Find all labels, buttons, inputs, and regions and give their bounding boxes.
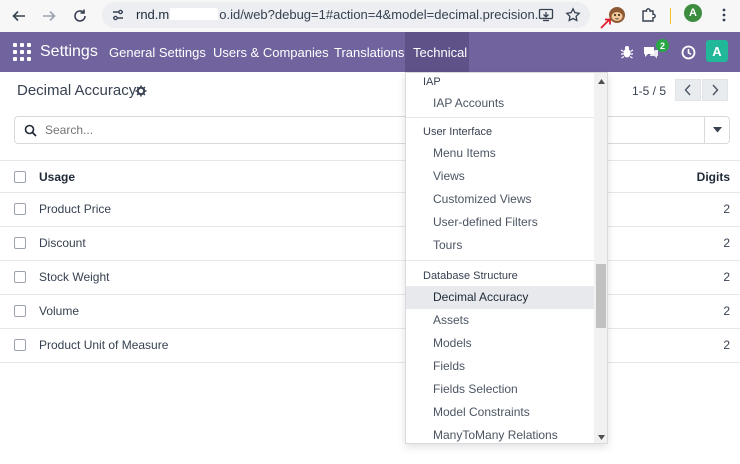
cell-usage: Stock Weight [39,270,110,284]
cell-digits: 2 [723,304,730,318]
table-row[interactable]: Product Price 2 [0,193,740,227]
red-arrow-annotation-icon [599,16,613,30]
search-icon [24,124,37,142]
chevron-right-icon [712,84,719,96]
reload-icon [74,9,86,22]
url-prefix: rnd.m [136,7,170,22]
cell-digits: 2 [723,270,730,284]
arrow-right-icon [43,10,56,22]
row-checkbox[interactable] [14,305,26,317]
list-header: Usage Digits [0,160,740,193]
menu-item-decimal-accuracy[interactable]: Decimal Accuracy [406,286,594,309]
kebab-menu-icon[interactable] [718,5,730,25]
row-checkbox[interactable] [14,339,26,351]
forward-button[interactable] [37,4,61,28]
browser-toolbar: rnd.m o.id/web?debug=1#action=4&model=dec… [0,0,740,32]
url-suffix: o.id/web?debug=1#action=4&model=decimal.… [219,7,546,22]
menu-item-assets[interactable]: Assets [406,309,594,332]
back-button[interactable] [7,4,31,28]
address-bar[interactable]: rnd.m o.id/web?debug=1#action=4&model=dec… [102,2,590,28]
table-row[interactable]: Volume 2 [0,295,740,329]
menu-item-views[interactable]: Views [406,165,594,188]
profile-avatar[interactable]: A [684,4,702,22]
cell-usage: Product Unit of Measure [39,338,169,352]
user-avatar[interactable]: A [706,40,728,62]
debug-bug-icon[interactable] [617,42,637,62]
row-checkbox[interactable] [14,271,26,283]
menu-item-fields[interactable]: Fields [406,355,594,378]
column-header-digits[interactable]: Digits [697,170,730,184]
scroll-down-icon[interactable] [596,432,606,442]
reload-button[interactable] [68,4,92,28]
cell-digits: 2 [723,202,730,216]
menu-item-tours[interactable]: Tours [406,234,594,257]
main-navbar: Settings General Settings Users & Compan… [0,32,740,72]
dropdown-section-header: Database Structure [423,270,518,282]
gear-icon[interactable] [135,84,147,97]
menu-item-many2many-relations[interactable]: ManyToMany Relations [406,424,594,443]
cell-usage: Discount [39,236,86,250]
app-title[interactable]: Settings [40,43,98,61]
url-text[interactable]: rnd.m o.id/web?debug=1#action=4&model=dec… [136,7,546,22]
cell-usage: Product Price [39,202,112,216]
menu-item-customized-views[interactable]: Customized Views [406,188,594,211]
arrow-left-icon [12,10,25,22]
dropdown-section-header: IAP [423,76,441,88]
row-checkbox[interactable] [14,237,26,249]
chrome-divider [670,8,671,24]
site-settings-icon[interactable] [111,8,125,22]
menu-item-iap-accounts[interactable]: IAP Accounts [406,92,594,115]
table-row[interactable]: Discount 2 [0,227,740,261]
select-all-checkbox[interactable] [14,171,26,183]
menu-translations[interactable]: Translations [334,45,404,60]
menu-item-user-defined-filters[interactable]: User-defined Filters [406,211,594,234]
page-title: Decimal Accuracy [17,82,137,99]
column-header-usage[interactable]: Usage [39,170,75,184]
cell-digits: 2 [723,236,730,250]
menu-item-menu-items[interactable]: Menu Items [406,142,594,165]
menu-technical[interactable]: Technical [413,45,467,60]
search-options-toggle[interactable] [704,116,730,144]
chevron-left-icon [684,84,691,96]
table-row[interactable]: Stock Weight 2 [0,261,740,295]
apps-grid-icon[interactable] [13,43,31,61]
table-row[interactable]: Product Unit of Measure 2 [0,329,740,363]
profile-avatar-letter: A [689,7,697,19]
url-redaction [170,8,219,20]
scroll-up-icon[interactable] [596,76,606,86]
cell-usage: Volume [39,304,80,318]
technical-dropdown-menu: IAP IAP Accounts User Interface Menu Ite… [405,72,608,444]
menu-item-fields-selection[interactable]: Fields Selection [406,378,594,401]
menu-item-model-constraints[interactable]: Model Constraints [406,401,594,424]
menu-item-models[interactable]: Models [406,332,594,355]
pager-next-button[interactable] [702,79,728,101]
dropdown-scrollbar[interactable] [594,73,607,443]
dropdown-divider [406,260,594,261]
search-input[interactable] [45,123,405,137]
menu-users-companies[interactable]: Users & Companies [213,45,329,60]
messages-count-badge: 2 [656,39,669,52]
cell-digits: 2 [723,338,730,352]
pager-previous-button[interactable] [675,79,701,101]
row-checkbox[interactable] [14,203,26,215]
menu-general-settings[interactable]: General Settings [109,45,206,60]
extensions-puzzle-icon[interactable] [640,6,658,24]
dropdown-scrollbar-thumb[interactable] [596,264,606,328]
install-app-icon[interactable] [538,8,554,22]
bookmark-star-icon[interactable] [565,7,581,23]
pager-value[interactable]: 1-5 / 5 [632,84,666,98]
caret-down-icon [713,127,722,133]
search-box [14,116,730,144]
activity-clock-icon[interactable] [678,42,698,62]
dropdown-divider [406,117,594,118]
dropdown-section-header: User Interface [423,126,493,138]
